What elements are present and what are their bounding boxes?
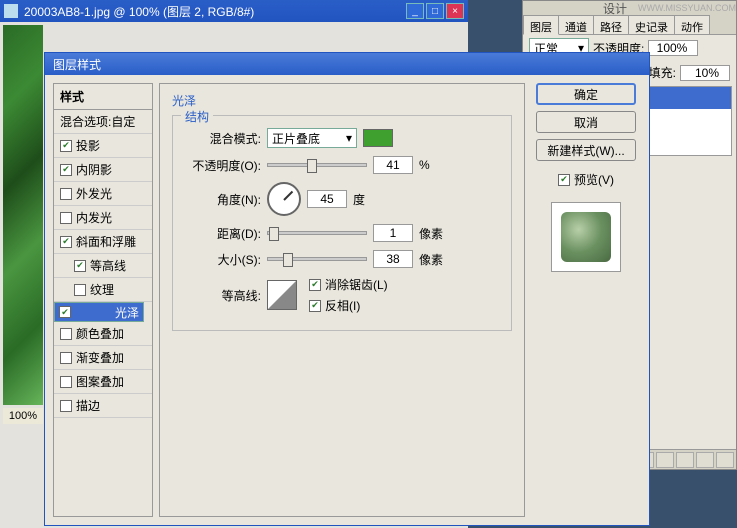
checkbox-icon[interactable] bbox=[60, 188, 72, 200]
tab-history[interactable]: 史记录 bbox=[628, 15, 675, 34]
style-item-纹理[interactable]: 纹理 bbox=[54, 278, 152, 302]
checkbox-icon[interactable]: ✔ bbox=[74, 260, 86, 272]
style-item-内阴影[interactable]: ✔内阴影 bbox=[54, 158, 152, 182]
preview-checkbox[interactable]: ✔预览(V) bbox=[558, 171, 614, 188]
checkbox-icon[interactable]: ✔ bbox=[60, 236, 72, 248]
distance-slider[interactable] bbox=[267, 231, 367, 235]
cancel-button[interactable]: 取消 bbox=[536, 111, 636, 133]
fill-field[interactable]: 10% bbox=[680, 65, 730, 81]
maximize-button[interactable]: □ bbox=[426, 3, 444, 19]
distance-input[interactable] bbox=[373, 224, 413, 242]
angle-dial[interactable] bbox=[267, 182, 301, 216]
tab-channels[interactable]: 通道 bbox=[558, 15, 594, 34]
tab-actions[interactable]: 动作 bbox=[674, 15, 710, 34]
zoom-label[interactable]: 100% bbox=[3, 408, 43, 424]
contour-label: 等高线: bbox=[181, 287, 261, 304]
close-button[interactable]: × bbox=[446, 3, 464, 19]
layer-style-dialog: 图层样式 样式 混合选项:自定 ✔投影✔内阴影外发光内发光✔斜面和浮雕✔等高线纹… bbox=[44, 52, 650, 526]
canvas-preview[interactable] bbox=[3, 25, 43, 405]
antialias-checkbox[interactable]: ✔消除锯齿(L) bbox=[309, 276, 388, 293]
style-item-图案叠加[interactable]: 图案叠加 bbox=[54, 370, 152, 394]
styles-header[interactable]: 样式 bbox=[54, 84, 152, 110]
blend-mode-select[interactable]: 正片叠底▾ bbox=[267, 128, 357, 148]
style-item-投影[interactable]: ✔投影 bbox=[54, 134, 152, 158]
style-item-等高线[interactable]: ✔等高线 bbox=[54, 254, 152, 278]
dialog-titlebar[interactable]: 图层样式 bbox=[45, 53, 649, 75]
style-item-描边[interactable]: 描边 bbox=[54, 394, 152, 418]
tab-paths[interactable]: 路径 bbox=[593, 15, 629, 34]
settings-area: 光泽 结构 混合模式: 正片叠底▾ 不透明度(O): % 角度(N): bbox=[159, 83, 525, 517]
tab-layers[interactable]: 图层 bbox=[523, 15, 559, 35]
panel-tabs: 图层 通道 路径 史记录 动作 bbox=[523, 15, 736, 35]
size-label: 大小(S): bbox=[181, 251, 261, 268]
mask-icon[interactable] bbox=[656, 452, 674, 468]
style-item-颜色叠加[interactable]: 颜色叠加 bbox=[54, 322, 152, 346]
ok-button[interactable]: 确定 bbox=[536, 83, 636, 105]
angle-input[interactable] bbox=[307, 190, 347, 208]
opacity-input[interactable] bbox=[373, 156, 413, 174]
preview-box bbox=[551, 202, 621, 272]
color-swatch[interactable] bbox=[363, 129, 393, 147]
contour-picker[interactable] bbox=[267, 280, 297, 310]
minimize-button[interactable]: _ bbox=[406, 3, 424, 19]
checkbox-icon[interactable] bbox=[60, 400, 72, 412]
group-title: 结构 bbox=[181, 108, 213, 125]
new-style-button[interactable]: 新建样式(W)... bbox=[536, 139, 636, 161]
document-titlebar[interactable]: 20003AB8-1.jpg @ 100% (图层 2, RGB/8#) _ □… bbox=[0, 0, 468, 22]
style-list: 样式 混合选项:自定 ✔投影✔内阴影外发光内发光✔斜面和浮雕✔等高线纹理✔光泽颜… bbox=[53, 83, 153, 517]
checkbox-icon[interactable] bbox=[60, 212, 72, 224]
checkbox-icon[interactable]: ✔ bbox=[60, 164, 72, 176]
doc-title: 20003AB8-1.jpg @ 100% (图层 2, RGB/8#) bbox=[24, 3, 254, 20]
checkbox-icon[interactable] bbox=[74, 284, 86, 296]
trash-icon[interactable] bbox=[716, 452, 734, 468]
invert-checkbox[interactable]: ✔反相(I) bbox=[309, 297, 388, 314]
style-item-光泽[interactable]: ✔光泽 bbox=[54, 302, 144, 322]
blend-mode-label: 混合模式: bbox=[181, 130, 261, 147]
style-item-斜面和浮雕[interactable]: ✔斜面和浮雕 bbox=[54, 230, 152, 254]
style-item-外发光[interactable]: 外发光 bbox=[54, 182, 152, 206]
new-icon[interactable] bbox=[696, 452, 714, 468]
preview-swatch bbox=[561, 212, 611, 262]
distance-label: 距离(D): bbox=[181, 225, 261, 242]
panel-brand: 思缘设计论坛WWW.MISSYUAN.COM bbox=[523, 1, 736, 15]
checkbox-icon[interactable]: ✔ bbox=[60, 140, 72, 152]
opacity-field[interactable]: 100% bbox=[648, 40, 698, 56]
checkbox-icon[interactable] bbox=[60, 376, 72, 388]
angle-label: 角度(N): bbox=[181, 191, 261, 208]
checkbox-icon[interactable] bbox=[60, 328, 72, 340]
fill-label: 填充: bbox=[649, 64, 676, 81]
folder-icon[interactable] bbox=[676, 452, 694, 468]
blending-options[interactable]: 混合选项:自定 bbox=[54, 110, 152, 134]
style-item-渐变叠加[interactable]: 渐变叠加 bbox=[54, 346, 152, 370]
checkbox-icon[interactable] bbox=[60, 352, 72, 364]
checkbox-icon[interactable]: ✔ bbox=[59, 306, 71, 318]
size-slider[interactable] bbox=[267, 257, 367, 261]
opacity-slider[interactable] bbox=[267, 163, 367, 167]
section-title: 光泽 bbox=[172, 92, 512, 109]
opacity-label: 不透明度(O): bbox=[181, 157, 261, 174]
doc-icon bbox=[4, 4, 18, 18]
style-item-内发光[interactable]: 内发光 bbox=[54, 206, 152, 230]
size-input[interactable] bbox=[373, 250, 413, 268]
